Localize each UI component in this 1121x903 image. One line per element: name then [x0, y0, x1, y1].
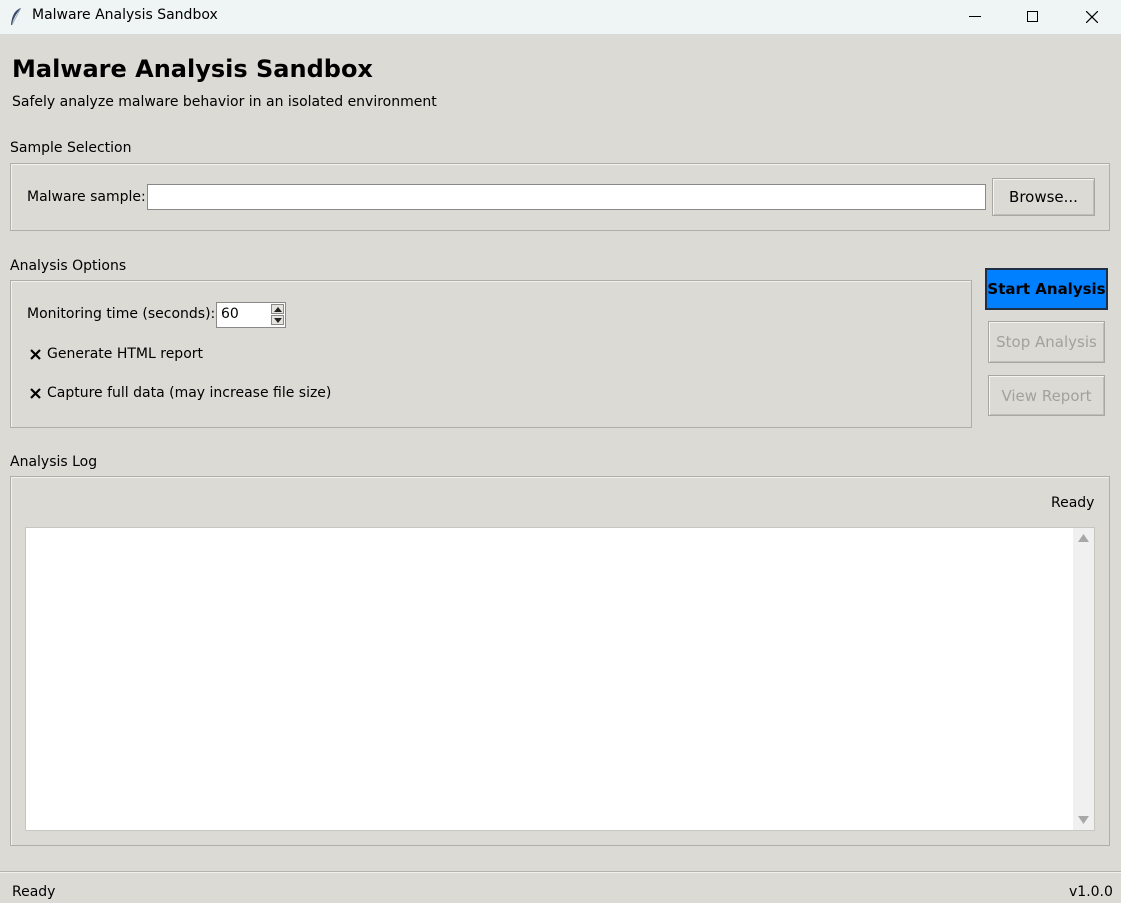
capture-full-data-label: Capture full data (may increase file siz… [47, 385, 332, 401]
feather-icon [9, 7, 23, 27]
arrow-up-icon [274, 307, 282, 312]
statusbar-version: v1.0.0 [1069, 884, 1113, 900]
minimize-button[interactable] [946, 0, 1004, 34]
monitoring-time-value: 60 [221, 306, 239, 322]
browse-button[interactable]: Browse... [992, 178, 1095, 216]
minimize-icon [969, 16, 981, 17]
arrow-down-icon [274, 318, 282, 323]
generate-html-report-label: Generate HTML report [47, 346, 204, 362]
view-report-button[interactable]: View Report [988, 375, 1105, 416]
checkmark-x-icon [30, 388, 41, 399]
close-button[interactable] [1063, 0, 1121, 34]
analysis-log-textarea[interactable] [25, 527, 1095, 831]
window-title: Malware Analysis Sandbox [32, 7, 218, 23]
spin-up-button[interactable] [271, 304, 284, 314]
log-scrollbar[interactable] [1073, 528, 1094, 830]
stop-analysis-button[interactable]: Stop Analysis [988, 321, 1105, 363]
log-status-label: Ready [1051, 495, 1095, 511]
maximize-icon [1027, 11, 1038, 22]
page-subtitle: Safely analyze malware behavior in an is… [12, 94, 437, 110]
analysis-options-label: Analysis Options [10, 258, 127, 274]
statusbar-divider-highlight [0, 872, 1121, 873]
scroll-down-icon[interactable] [1078, 816, 1089, 824]
monitoring-time-spinbox[interactable]: 60 [216, 302, 286, 328]
page-title: Malware Analysis Sandbox [12, 55, 373, 83]
analysis-log-label: Analysis Log [10, 454, 98, 470]
malware-sample-input[interactable] [147, 184, 986, 210]
statusbar-status: Ready [12, 884, 56, 900]
sample-selection-label: Sample Selection [10, 140, 132, 156]
start-analysis-button[interactable]: Start Analysis [985, 268, 1108, 310]
capture-full-data-checkbox[interactable] [29, 387, 42, 400]
window-titlebar: Malware Analysis Sandbox [0, 0, 1121, 35]
spin-down-button[interactable] [271, 315, 284, 325]
maximize-button[interactable] [1004, 0, 1062, 34]
checkmark-x-icon [30, 349, 41, 360]
scroll-up-icon[interactable] [1078, 534, 1089, 542]
generate-html-report-checkbox[interactable] [29, 348, 42, 361]
monitoring-time-label: Monitoring time (seconds): [27, 306, 216, 322]
malware-sample-label: Malware sample: [27, 189, 146, 205]
close-icon [1086, 11, 1098, 23]
